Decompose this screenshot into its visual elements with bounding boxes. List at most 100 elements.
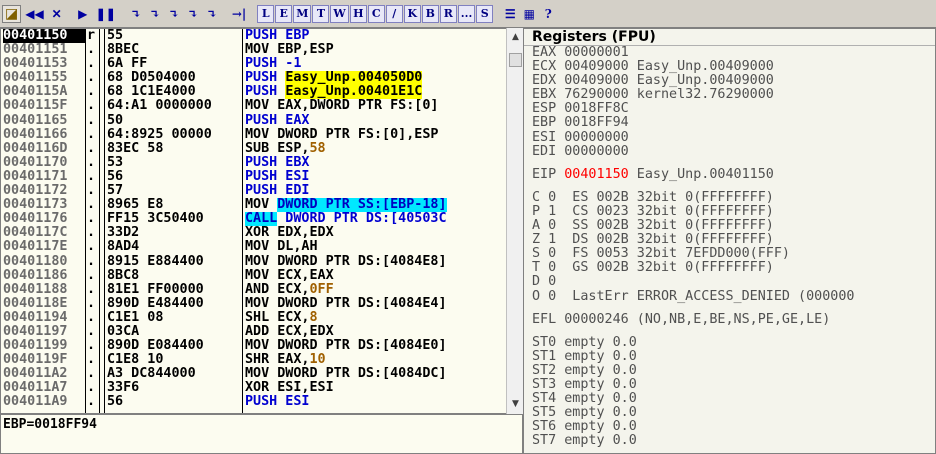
scroll-thumb[interactable]: [509, 53, 522, 67]
row-address: 00401155: [3, 71, 68, 86]
toolbar-button-0[interactable]: ◪: [2, 4, 22, 23]
register-line[interactable]: EAX 00000001: [524, 45, 935, 60]
register-line[interactable]: EBP 0018FF94: [524, 116, 935, 130]
disasm-row[interactable]: 0040119F. C1E8 10 SHR EAX,10: [1, 353, 510, 367]
toolbar-button-7[interactable]: ↴: [165, 5, 183, 23]
toolbar-button-23[interactable]: S: [476, 4, 494, 23]
toolbar-button-6[interactable]: ↴: [146, 5, 164, 23]
flag-line[interactable]: O 0 LastErr ERROR_ACCESS_DENIED (000000: [524, 289, 935, 304]
disasm-row[interactable]: 00401176. FF15 3C50400 CALL DWORD PTR DS:[…: [1, 212, 510, 227]
disasm-row[interactable]: 004011A2. A3 DC844000 MOV DWORD PTR DS:[40…: [1, 367, 510, 381]
toolbar-button-19[interactable]: K: [403, 4, 421, 23]
row-instruction: XOR ESI,ESI: [245, 381, 507, 395]
register-line[interactable]: EBX 76290000 kernel32.76290000: [524, 88, 935, 102]
toolbar-button-11[interactable]: L: [257, 4, 275, 23]
toolbar-button-21[interactable]: R: [439, 4, 457, 23]
disasm-row[interactable]: 00401165. 50 PUSH EAX: [1, 114, 510, 128]
row-address: 00401180: [3, 254, 68, 269]
disasm-row[interactable]: 0040117C. 33D2 XOR EDX,EDX: [1, 226, 510, 240]
register-line[interactable]: ESI 00000000: [524, 130, 935, 145]
disasm-row[interactable]: 00401197. 03CA ADD ECX,EDX: [1, 325, 510, 339]
fpu-line[interactable]: ST0 empty 0.0: [524, 335, 935, 350]
toolbar-button-20[interactable]: B: [421, 4, 439, 23]
flag-line[interactable]: D 0: [524, 275, 935, 289]
disasm-row[interactable]: 0040117E. 8AD4 MOV DL,AH: [1, 240, 510, 254]
disasm-row[interactable]: 00401199. 890D E084400 MOV DWORD PTR DS:[4…: [1, 339, 510, 353]
toolbar-button-16[interactable]: H: [349, 4, 367, 23]
flag-line[interactable]: A 0 SS 002B 32bit 0(FFFFFFFF): [524, 218, 935, 233]
toolbar-button-1[interactable]: ◀◀: [22, 5, 46, 23]
toolbar-button-3[interactable]: ▶: [74, 5, 92, 23]
flag-line[interactable]: T 0 GS 002B 32bit 0(FFFFFFFF): [524, 261, 935, 275]
register-line[interactable]: ESP 0018FF8C: [524, 102, 935, 116]
toolbar-button-17[interactable]: C: [367, 4, 385, 23]
disasm-row[interactable]: 00401153. 6A FF PUSH -1: [1, 57, 510, 71]
instruction-text: MOV EAX,DWORD PTR FS:[0]: [245, 99, 439, 114]
toolbar-button-22[interactable]: ...: [457, 4, 476, 23]
disassembly-scrollbar[interactable]: ▲ ▼: [506, 28, 523, 414]
disasm-row[interactable]: 00401172. 57 PUSH EDI: [1, 184, 510, 198]
toolbar-button-15[interactable]: W: [330, 4, 349, 23]
fpu-line[interactable]: ST2 empty 0.0: [524, 363, 935, 378]
toolbar-button-4[interactable]: ❚❚: [93, 5, 119, 23]
row-instruction: SHL ECX,8: [245, 311, 507, 325]
flag-line[interactable]: C 0 ES 002B 32bit 0(FFFFFFFF): [524, 190, 935, 205]
toolbar-button-5[interactable]: ↴: [127, 5, 145, 23]
fpu-line[interactable]: ST5 empty 0.0: [524, 406, 935, 420]
toolbar-button-25[interactable]: ▦: [520, 5, 538, 23]
row-hex: 57: [107, 184, 124, 199]
disasm-row[interactable]: 00401150 r 55 PUSH EBP: [1, 29, 510, 44]
fpu-line[interactable]: ST4 empty 0.0: [524, 391, 935, 406]
disasm-row[interactable]: 00401180. 8915 E884400 MOV DWORD PTR DS:[4…: [1, 255, 510, 269]
disasm-row[interactable]: 00401171. 56 PUSH ESI: [1, 170, 510, 184]
toolbar-button-9[interactable]: ↴: [203, 5, 221, 23]
disasm-row[interactable]: 0040118E. 890D E484400 MOV DWORD PTR DS:[4…: [1, 297, 510, 311]
fpu-line[interactable]: ST3 empty 0.0: [524, 377, 935, 392]
disasm-row[interactable]: 00401173. 8965 E8 MOV DWORD PTR SS:[EBP-18…: [1, 198, 510, 213]
toolbar-button-8[interactable]: ↴: [184, 5, 202, 23]
disasm-row[interactable]: 0040115A. 68 1C1E4000 PUSH Easy_Unp.00401E…: [1, 85, 510, 100]
toolbar-button-13[interactable]: M: [293, 4, 312, 23]
toolbar-button-24[interactable]: ☰: [501, 5, 519, 23]
disasm-row[interactable]: 00401194. C1E1 08 SHL ECX,8: [1, 311, 510, 325]
fpu-line[interactable]: ST1 empty 0.0: [524, 349, 935, 364]
toolbar-button-18[interactable]: /: [385, 4, 403, 23]
flag-line[interactable]: P 1 CS 0023 32bit 0(FFFFFFFF): [524, 204, 935, 219]
toolbar-button-26[interactable]: ?: [539, 5, 557, 23]
scroll-down-icon[interactable]: ▼: [508, 397, 523, 412]
fpu-line[interactable]: ST6 empty 0.0: [524, 420, 935, 434]
instruction-mnemonic: SUB ESP,: [245, 141, 310, 156]
disasm-row[interactable]: 00401170. 53 PUSH EBX: [1, 156, 510, 170]
disasm-row[interactable]: 0040115F. 64:A1 0000000 MOV EAX,DWORD PTR …: [1, 99, 510, 113]
disasm-row[interactable]: 004011A7. 33F6 XOR ESI,ESI: [1, 381, 510, 395]
register-line-eip[interactable]: EIP 00401150 Easy_Unp.00401150: [524, 167, 935, 182]
registers-pane[interactable]: Registers (FPU) EAX 00000001 ECX 00409000…: [523, 28, 936, 454]
flag-line[interactable]: S 0 FS 0053 32bit 7EFDD000(FFF): [524, 247, 935, 261]
disasm-row[interactable]: 00401151. 8BEC MOV EBP,ESP: [1, 43, 510, 57]
disasm-row[interactable]: 004011A9. 56 PUSH ESI: [1, 395, 510, 409]
toolbar-button-12[interactable]: E: [275, 4, 293, 23]
row-address: 00401170: [3, 155, 68, 170]
efl-line[interactable]: EFL 00000246 (NO,NB,E,BE,NS,PE,GE,LE): [524, 312, 935, 327]
disasm-row[interactable]: 00401188. 81E1 FF00000 AND ECX,0FF: [1, 283, 510, 297]
toolbar-button-2[interactable]: ✕: [48, 5, 66, 23]
row-hex: 68 D0504000: [107, 71, 196, 86]
toolbar-button-14[interactable]: T: [312, 4, 330, 23]
row-instruction: PUSH Easy_Unp.00401E1C: [245, 85, 507, 100]
disasm-row[interactable]: 00401166. 64:8925 00000 MOV DWORD PTR FS:[…: [1, 128, 510, 142]
disasm-row[interactable]: 00401186. 8BC8 MOV ECX,EAX: [1, 269, 510, 283]
scroll-up-icon[interactable]: ▲: [508, 30, 523, 45]
flag-line[interactable]: Z 1 DS 002B 32bit 0(FFFFFFFF): [524, 233, 935, 247]
disasm-row[interactable]: 0040116D. 83EC 58 SUB ESP,58: [1, 142, 510, 156]
fpu-line[interactable]: ST7 empty 0.0: [524, 434, 935, 448]
register-line[interactable]: EDI 00000000: [524, 144, 935, 159]
row-address: 00401165: [3, 113, 68, 128]
disasm-row[interactable]: 00401155. 68 D0504000 PUSH Easy_Unp.004050…: [1, 71, 510, 86]
toolbar-button-10[interactable]: →|: [229, 5, 249, 23]
register-line[interactable]: EDX 00409000 Easy_Unp.00409000: [524, 74, 935, 88]
instruction-text: PUSH EDI: [245, 184, 310, 199]
disassembly-pane[interactable]: 00401150 r 55 PUSH EBP 00401151. 8BEC MOV EBP,…: [0, 28, 511, 414]
row-hex: 33D2: [107, 226, 140, 241]
register-line[interactable]: ECX 00409000 Easy_Unp.00409000: [524, 59, 935, 74]
row-marker: .: [87, 381, 96, 396]
